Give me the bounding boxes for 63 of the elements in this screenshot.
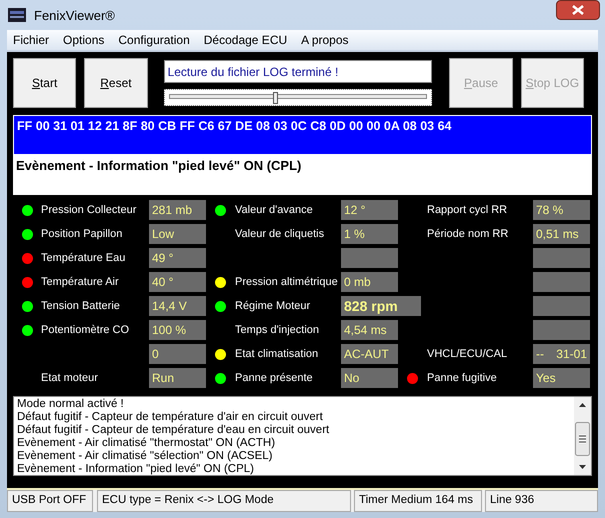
value-display: 281 mb bbox=[149, 200, 206, 220]
value-display: 828 rpm bbox=[341, 296, 421, 316]
log-line: Evènement - Information "pied levé" ON (CPL) bbox=[17, 463, 255, 476]
menu-item[interactable]: A propos bbox=[301, 33, 349, 47]
log-list[interactable] bbox=[13, 396, 592, 476]
status-pane: ECU type = Renix <-> LOG Mode bbox=[97, 490, 351, 512]
value-display: Run bbox=[149, 368, 206, 388]
progress-slider[interactable] bbox=[164, 89, 432, 106]
app-icon bbox=[8, 8, 26, 22]
parameter-label: Période nom RR bbox=[427, 228, 508, 240]
event-text: Evènement - Information "pied levé" ON (CPL) bbox=[16, 158, 302, 173]
hex-frame-text: FF 00 31 01 12 21 8F 80 CB FF C6 67 DE 08 03 0C C8 0D 00 00 0A 08 03 64 bbox=[17, 119, 452, 133]
status-pane: Timer Medium 164 ms bbox=[354, 490, 482, 512]
parameter-label: Température Eau bbox=[41, 252, 126, 264]
value-display: 12 ° bbox=[341, 200, 398, 220]
parameter-label: Pression Collecteur bbox=[41, 204, 136, 216]
menu-item[interactable]: Décodage ECU bbox=[204, 33, 288, 47]
value-display: 40 ° bbox=[149, 272, 206, 292]
value-display: 1 % bbox=[341, 224, 398, 244]
menu-item[interactable]: Fichier bbox=[13, 33, 50, 47]
window-title: FenixViewer® bbox=[34, 8, 115, 22]
message-field[interactable]: Lecture du fichier LOG terminé ! bbox=[164, 60, 432, 83]
parameter-label: Régime Moteur bbox=[235, 300, 310, 312]
parameter-label: Potentiomètre CO bbox=[41, 324, 130, 336]
value-display: 49 ° bbox=[149, 248, 206, 268]
toolbar-button[interactable]: Start bbox=[13, 58, 76, 108]
value-display: AC-AUT bbox=[341, 344, 398, 364]
value-display: 78 % bbox=[533, 200, 590, 220]
value-display: 0 bbox=[149, 344, 206, 364]
parameter-label: Position Papillon bbox=[41, 228, 122, 240]
parameter-label: Valeur de cliquetis bbox=[235, 228, 324, 240]
scroll-thumb-icon[interactable] bbox=[575, 422, 590, 456]
value-display: 100 % bbox=[149, 320, 206, 340]
log-line: Défaut fugitif - Capteur de température d'air en circuit ouvert bbox=[17, 411, 324, 424]
menu-item[interactable]: Configuration bbox=[118, 33, 190, 47]
close-icon[interactable] bbox=[556, 0, 600, 20]
log-line: Evènement - Air climatisé "sélection" ON (ACSEL) bbox=[17, 450, 274, 463]
parameter-label: Temps d'injection bbox=[235, 324, 320, 336]
value-display: 0,51 ms bbox=[533, 224, 590, 244]
status-pane: Line 936 bbox=[485, 490, 598, 512]
parameter-label: Etat climatisation bbox=[235, 348, 318, 360]
parameter-label: Panne fugitive bbox=[427, 372, 497, 384]
parameter-label: Pression altimétrique bbox=[235, 276, 338, 288]
log-line: Défaut fugitif - Capteur de température d'eau en circuit ouvert bbox=[17, 424, 330, 437]
menu-item[interactable]: Options bbox=[63, 33, 104, 47]
value-display: Yes bbox=[533, 368, 590, 388]
value-display: 14,4 V bbox=[149, 296, 206, 316]
value-display: No bbox=[341, 368, 398, 388]
parameter-label: Tension Batterie bbox=[41, 300, 120, 312]
toolbar-button[interactable]: Reset bbox=[84, 58, 148, 108]
parameter-label: Valeur d'avance bbox=[235, 204, 313, 216]
value-display: -- 31-01 bbox=[533, 344, 590, 364]
log-line: Evènement - Air climatisé "thermostat" ON (ACTH) bbox=[17, 437, 276, 450]
parameter-label: Etat moteur bbox=[41, 372, 98, 384]
value-display: 4,54 ms bbox=[341, 320, 398, 340]
parameter-label: Température Air bbox=[41, 276, 119, 288]
parameter-label: VHCL/ECU/CAL bbox=[427, 348, 508, 360]
value-display: Low bbox=[149, 224, 206, 244]
log-line: Mode normal activé ! bbox=[17, 398, 125, 411]
status-pane: USB Port OFF bbox=[7, 490, 93, 512]
parameter-label: Rapport cycl RR bbox=[427, 204, 508, 216]
parameter-label: Panne présente bbox=[235, 372, 313, 384]
value-display: 0 mb bbox=[341, 272, 398, 292]
